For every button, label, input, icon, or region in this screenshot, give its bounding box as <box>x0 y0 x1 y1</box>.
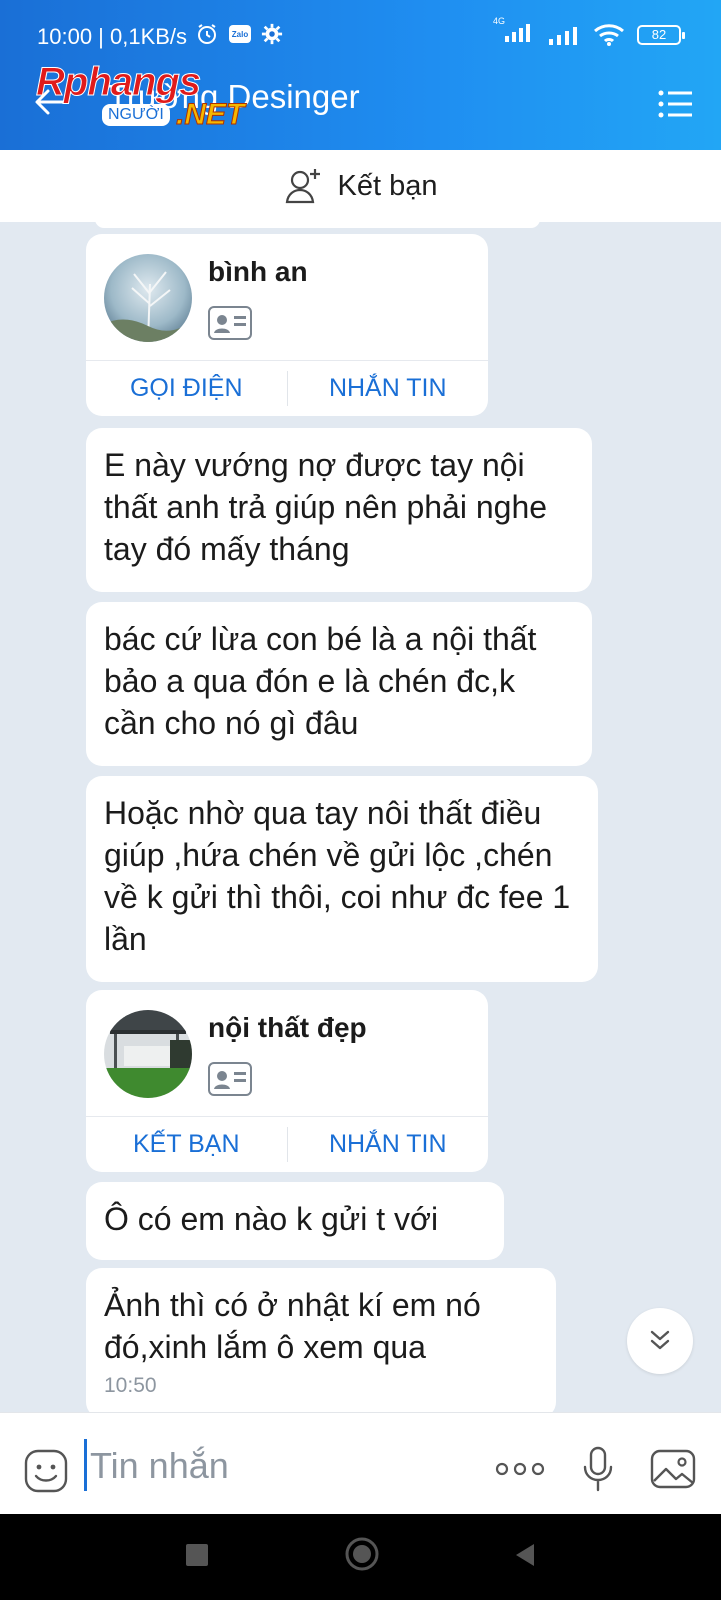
add-friend-button[interactable]: KẾT BẠN <box>86 1117 287 1172</box>
battery-icon: 82 <box>637 24 685 45</box>
system-navigation-bar <box>0 1514 721 1600</box>
signal-icon <box>549 26 577 45</box>
more-options-icon[interactable] <box>494 1457 546 1481</box>
home-icon[interactable] <box>344 1536 380 1572</box>
contact-card[interactable]: nội thất đẹp KẾT BẠN NHẮN TIN <box>86 990 488 1172</box>
recent-apps-icon[interactable] <box>186 1544 208 1566</box>
add-friend-label: Kết bạn <box>337 169 438 202</box>
settings-gear-icon <box>261 23 283 45</box>
double-chevron-down-icon <box>650 1330 670 1350</box>
header-row: Trường Desinger <box>0 62 721 150</box>
call-button[interactable]: GỌI ĐIỆN <box>86 361 287 416</box>
message-bubble[interactable]: Ô có em nào k gửi t với <box>86 1182 504 1260</box>
avatar[interactable] <box>104 254 192 342</box>
signal-4g-icon: 4G <box>493 16 535 47</box>
sticker-emoji-icon[interactable] <box>24 1449 68 1493</box>
status-bar: 10:00 | 0,1KB/s Zalo 4G 82 <box>0 0 721 62</box>
network-type-label: 4G <box>493 16 506 26</box>
message-time: 10:50 <box>104 1374 157 1397</box>
message-text: E này vướng nợ được tay nội thất anh trả… <box>104 447 548 567</box>
message-bubble[interactable]: bác cứ lừa con bé là a nội thất bảo a qu… <box>86 602 592 766</box>
message-text: Ảnh thì có ở nhật kí em nó đó,xinh lắm ô… <box>104 1287 481 1365</box>
contact-card-icon[interactable] <box>208 1062 252 1096</box>
partial-bubble <box>95 222 540 228</box>
contact-card[interactable]: bình an GỌI ĐIỆN NHẮN TIN <box>86 234 488 416</box>
add-friend-bar[interactable]: Kết bạn <box>0 150 721 222</box>
app-header: 10:00 | 0,1KB/s Zalo 4G 82 Trường Desing… <box>0 0 721 150</box>
message-text: Hoặc nhờ qua tay nôi thất điều giúp ,hứa… <box>104 795 571 957</box>
text-caret <box>84 1439 87 1491</box>
scroll-to-bottom-button[interactable] <box>627 1308 693 1374</box>
contact-name: bình an <box>208 256 308 287</box>
alarm-icon <box>198 24 216 44</box>
status-icons-right: 4G 82 <box>493 16 685 47</box>
composer <box>0 1412 721 1514</box>
message-text: Ô có em nào k gửi t với <box>104 1201 439 1237</box>
message-text: bác cứ lừa con bé là a nội thất bảo a qu… <box>104 621 537 741</box>
status-time: 10:00 | 0,1KB/s <box>37 24 188 49</box>
message-list[interactable]: bình an GỌI ĐIỆN NHẮN TIN E này vướng nợ… <box>0 222 721 1412</box>
contact-actions: KẾT BẠN NHẮN TIN <box>86 1116 488 1172</box>
options-list-icon[interactable] <box>655 84 695 124</box>
message-input[interactable] <box>90 1441 470 1491</box>
message-button[interactable]: NHẮN TIN <box>288 361 489 416</box>
microphone-icon[interactable] <box>580 1445 616 1493</box>
contact-actions: GỌI ĐIỆN NHẮN TIN <box>86 360 488 416</box>
wifi-icon <box>594 23 624 46</box>
message-bubble[interactable]: Hoặc nhờ qua tay nôi thất điều giúp ,hứa… <box>86 776 598 982</box>
message-button[interactable]: NHẮN TIN <box>288 1117 489 1172</box>
back-triangle-icon[interactable] <box>510 1540 540 1570</box>
back-arrow-icon[interactable] <box>30 82 70 122</box>
message-bubble[interactable]: E này vướng nợ được tay nội thất anh trả… <box>86 428 592 592</box>
message-bubble[interactable]: Ảnh thì có ở nhật kí em nó đó,xinh lắm ô… <box>86 1268 556 1412</box>
add-user-icon <box>285 169 320 204</box>
zalo-notification-icon: Zalo <box>229 25 251 43</box>
chat-title[interactable]: Trường Desinger <box>108 78 360 116</box>
image-gallery-icon[interactable] <box>650 1447 696 1491</box>
contact-name: nội thất đẹp <box>208 1012 367 1043</box>
avatar[interactable] <box>104 1010 192 1098</box>
contact-card-icon[interactable] <box>208 306 252 340</box>
status-icons-left: Zalo <box>195 22 283 46</box>
